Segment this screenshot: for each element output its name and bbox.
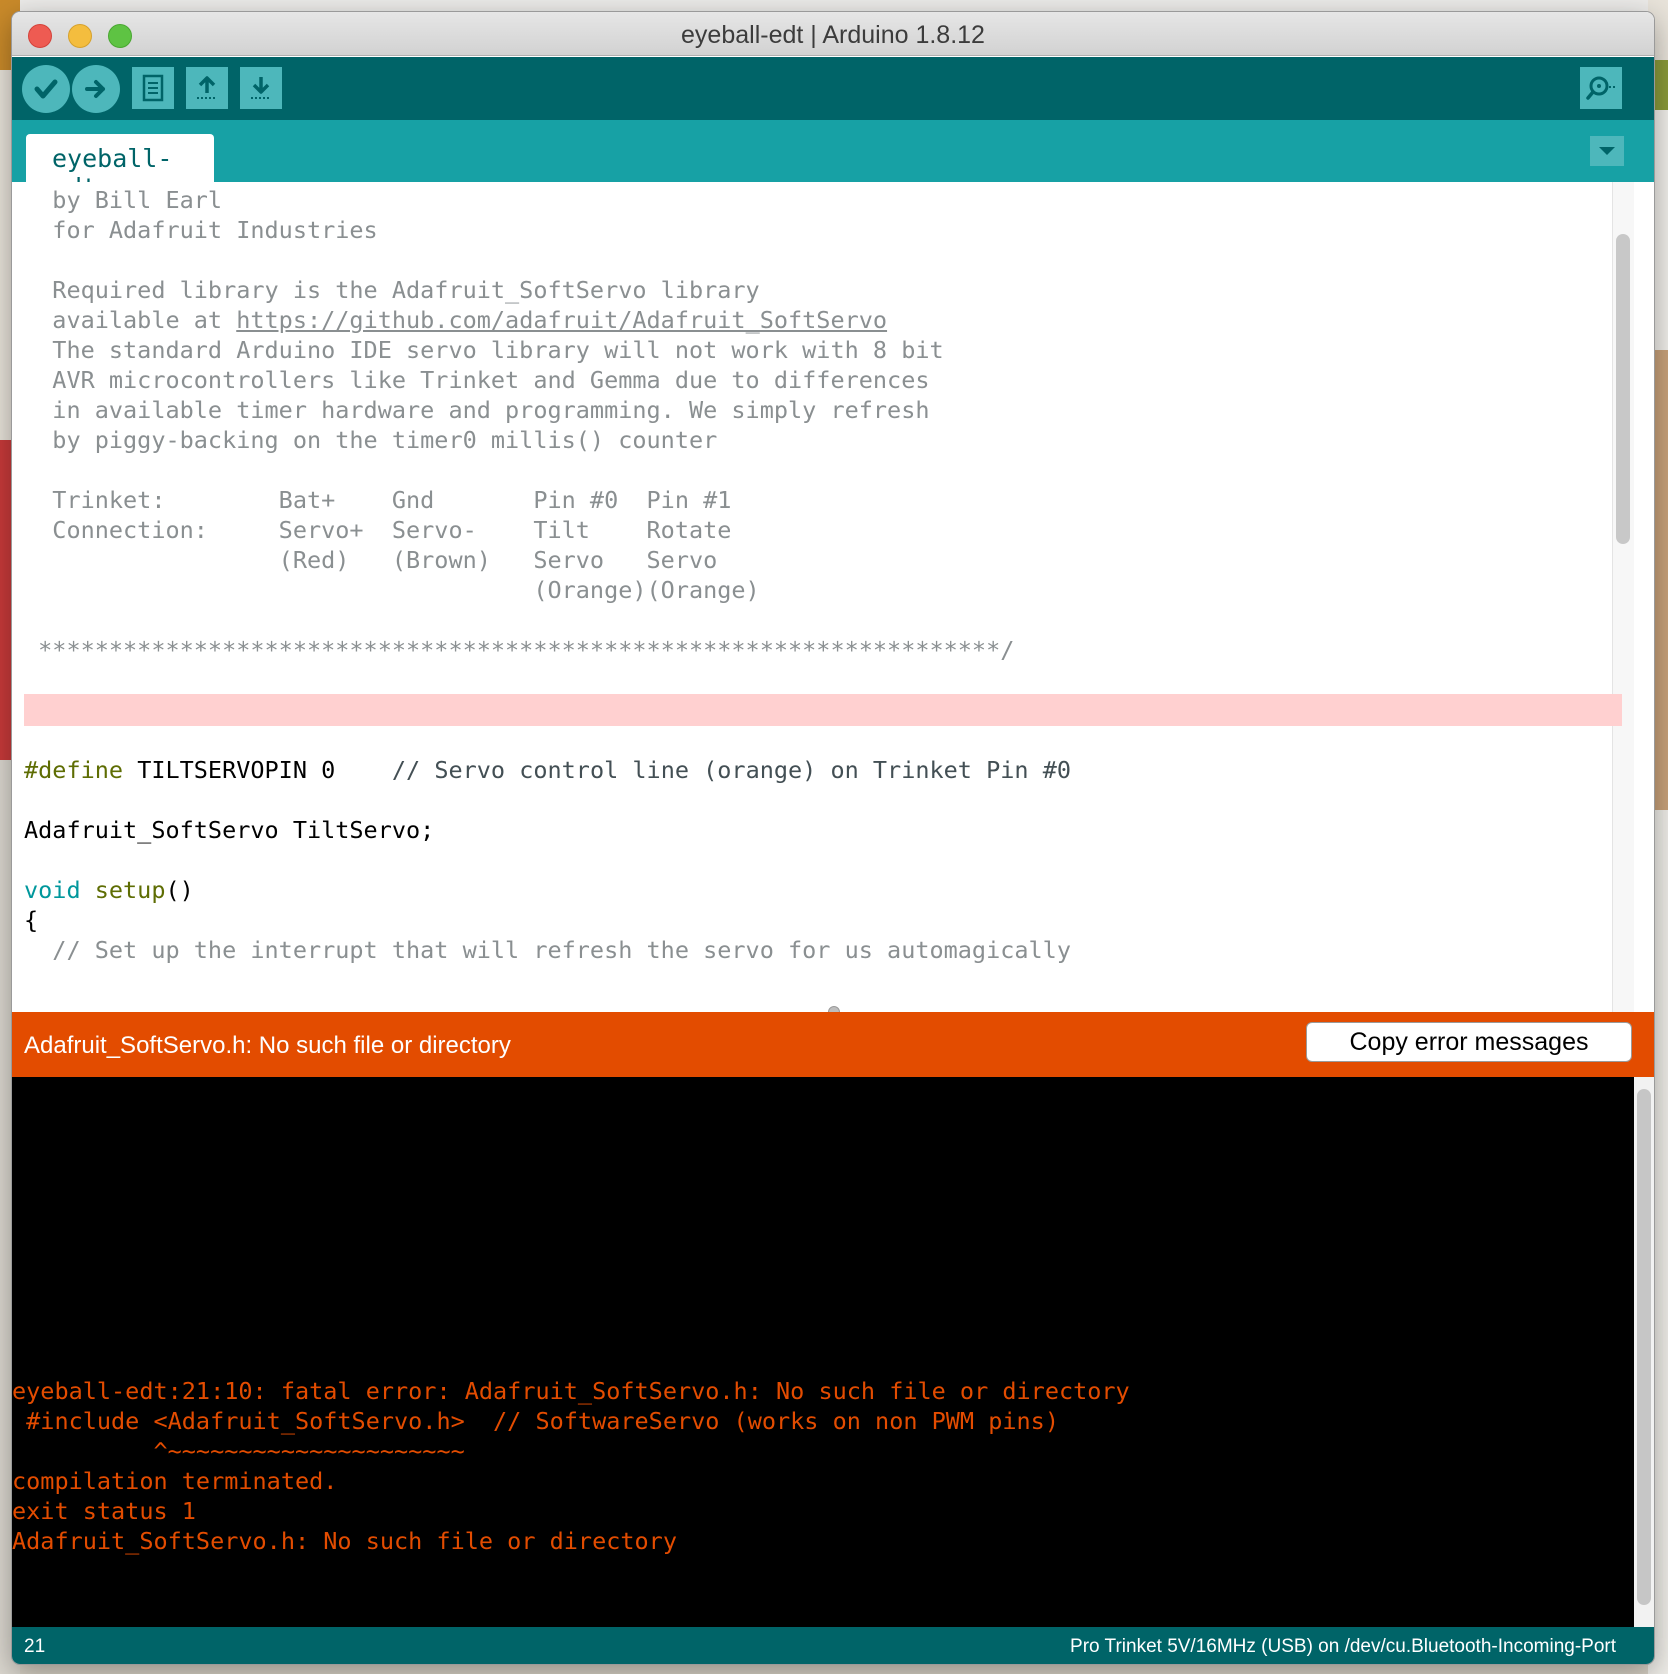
console-scrollbar[interactable] [1634,1077,1654,1627]
console-output[interactable]: eyeball-edt:21:10: fatal error: Adafruit… [12,1077,1634,1627]
code-line[interactable]: for Adafruit Industries [24,214,378,246]
code-type-keyword: void [24,876,81,904]
console-line: Adafruit_SoftServo.h: No such file or di… [12,1527,677,1555]
copy-error-messages-button[interactable]: Copy error messages [1306,1022,1632,1062]
save-sketch-button[interactable] [240,67,282,109]
code-line[interactable]: AVR microcontrollers like Trinket and Ge… [24,364,929,396]
editor-scrollbar[interactable] [1612,182,1634,1012]
window-title: eyeball-edt | Arduino 1.8.12 [681,21,985,49]
tab-menu-button[interactable] [1590,136,1624,166]
title-bar: eyeball-edt | Arduino 1.8.12 [12,12,1654,56]
upload-button[interactable] [72,65,120,113]
toolbar [12,57,1654,120]
code-comment: Required library is the Adafruit_SoftSer… [24,276,760,304]
error-line-highlight [24,694,1622,726]
code-comment: available at [24,306,237,334]
verify-button[interactable] [22,65,70,113]
magnifier-icon [1586,76,1616,100]
code-comment: for Adafruit Industries [24,216,378,244]
code-function-name: setup [80,876,166,904]
console-line: ^~~~~~~~~~~~~~~~~~~~~~ [12,1437,465,1465]
console-scroll-thumb[interactable] [1637,1089,1651,1605]
console-line: compilation terminated. [12,1467,338,1495]
code-comment: (Orange)(Orange) [24,576,760,604]
code-line[interactable]: // Set up the interrupt that will refres… [24,934,1071,966]
open-icon [197,76,217,99]
code-line[interactable]: Adafruit_SoftServo TiltServo; [24,814,434,846]
open-sketch-button[interactable] [186,67,228,109]
code-comment: (Red) (Brown) Servo Servo [24,546,718,574]
tab-eyeball-edt[interactable]: eyeball-edt [26,134,214,202]
serial-monitor-button[interactable] [1580,67,1622,109]
code-line[interactable]: #define TILTSERVOPIN 0 // Servo control … [24,754,1071,786]
code-comment: by Bill Earl [24,186,223,214]
status-line-number: 21 [24,1636,46,1657]
code-preprocessor: #define [24,756,124,784]
status-board-info: Pro Trinket 5V/16MHz (USB) on /dev/cu.Bl… [1070,1636,1616,1657]
new-sketch-button[interactable] [132,67,174,109]
code-comment: Connection: Servo+ Servo- Tilt Rotate [24,516,732,544]
code-comment-link: https://github.com/adafruit/Adafruit_Sof… [236,306,888,334]
code-text: TILTSERVOPIN 0 [123,756,336,784]
error-bar: Adafruit_SoftServo.h: No such file or di… [12,1012,1654,1077]
upload-arrow-icon [85,80,105,98]
code-line[interactable]: void setup() [24,874,194,906]
code-line[interactable]: by piggy-backing on the timer0 millis() … [24,424,717,456]
code-line[interactable]: ****************************************… [24,634,1014,666]
code-comment: ****************************************… [24,636,1015,664]
code-text: { [24,906,39,934]
code-line[interactable]: (Orange)(Orange) [24,574,760,606]
editor-scroll-thumb[interactable] [1616,234,1630,544]
console-line: eyeball-edt:21:10: fatal error: Adafruit… [12,1377,1130,1405]
code-line[interactable]: in available timer hardware and programm… [24,394,929,426]
code-comment: by piggy-backing on the timer0 millis() … [24,426,718,454]
code-text: Adafruit_SoftServo TiltServo; [24,816,435,844]
code-comment: // Set up the interrupt that will refres… [24,936,1071,964]
code-line[interactable]: { [24,904,38,936]
error-message: Adafruit_SoftServo.h: No such file or di… [24,1032,511,1059]
code-line[interactable]: The standard Arduino IDE servo library w… [24,334,944,366]
save-icon [251,77,271,99]
code-line[interactable]: available at https://github.com/adafruit… [24,304,887,336]
code-line[interactable]: (Red) (Brown) Servo Servo [24,544,718,576]
arduino-window: eyeball-edt | Arduino 1.8.12 eyeball- //… [12,12,1654,1664]
code-comment: // Servo control line (orange) on Trinke… [335,756,1071,784]
code-comment: AVR microcontrollers like Trinket and Ge… [24,366,930,394]
console-line: exit status 1 [12,1497,196,1525]
code-line[interactable]: Required library is the Adafruit_SoftSer… [24,274,760,306]
verify-icon [34,79,58,99]
code-comment: The standard Arduino IDE servo library w… [24,336,944,364]
tab-bar: eyeball-edt [12,120,1654,202]
code-text: () [165,876,194,904]
code-comment: in available timer hardware and programm… [24,396,930,424]
code-line[interactable]: Connection: Servo+ Servo- Tilt Rotate [24,514,731,546]
code-comment: Trinket: Bat+ Gnd Pin #0 Pin #1 [24,486,732,514]
code-line[interactable]: Trinket: Bat+ Gnd Pin #0 Pin #1 [24,484,731,516]
status-bar: 21 Pro Trinket 5V/16MHz (USB) on /dev/cu… [12,1627,1654,1664]
code-line[interactable]: by Bill Earl [24,184,222,216]
chevron-down-icon [1599,147,1615,155]
code-editor[interactable]: // Set up the interrupt that will refres… [12,182,1634,1012]
console-line: #include <Adafruit_SoftServo.h> // Softw… [12,1407,1059,1435]
new-file-icon [142,74,164,102]
desktop-top-strip [0,0,1668,12]
